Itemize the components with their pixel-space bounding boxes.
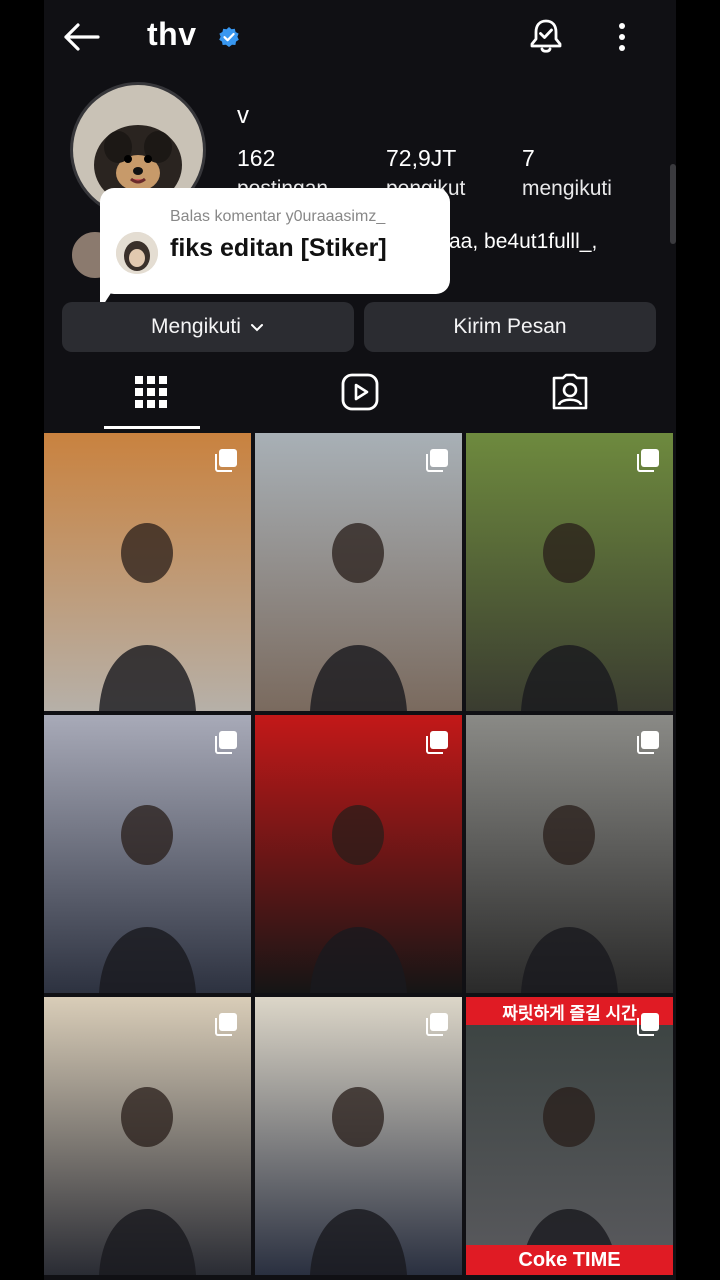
post-thumbnail[interactable]: 짜릿하게 즐길 시간 Coke TIME [466, 997, 673, 1275]
posts-count[interactable]: 162 [237, 145, 275, 172]
reply-to-label: Balas komentar y0uraaasimz_ [170, 208, 386, 225]
post-image [255, 997, 462, 1275]
carousel-icon [215, 449, 237, 472]
carousel-icon [215, 731, 237, 754]
post-thumbnail[interactable] [255, 997, 462, 1275]
following-button-label: Mengikuti [151, 315, 241, 338]
display-name: v [237, 102, 249, 129]
profile-username: thv [147, 16, 197, 52]
more-options-icon[interactable] [610, 20, 634, 54]
commenter-avatar [116, 232, 158, 274]
reply-comment-text: fiks editan [Stiker] [170, 234, 387, 262]
following-label[interactable]: mengikuti [522, 177, 612, 201]
post-thumbnail[interactable] [44, 433, 251, 711]
send-message-label: Kirim Pesan [453, 315, 567, 338]
post-image [44, 997, 251, 1275]
post-thumbnail[interactable] [255, 715, 462, 993]
post-thumbnail[interactable] [44, 715, 251, 993]
profile-screen: thv v 162 postingan 72,9JT pengikut 7 me… [44, 0, 676, 1280]
post-image [466, 715, 673, 993]
post-image [44, 433, 251, 711]
carousel-icon [215, 1013, 237, 1036]
active-tab-indicator [104, 426, 200, 429]
carousel-icon [637, 1013, 659, 1036]
post-thumbnail[interactable] [255, 433, 462, 711]
back-arrow-icon[interactable] [62, 20, 102, 54]
post-image [255, 715, 462, 993]
tagged-person-icon[interactable] [550, 372, 590, 412]
verified-badge-icon [219, 27, 239, 47]
send-message-button[interactable]: Kirim Pesan [364, 302, 656, 352]
following-button[interactable]: Mengikuti [62, 302, 354, 352]
carousel-icon [426, 1013, 448, 1036]
carousel-icon [426, 449, 448, 472]
post-thumbnail[interactable] [44, 997, 251, 1275]
carousel-icon [637, 731, 659, 754]
followed-by-text[interactable]: aa, be4ut1fulll_, [449, 230, 597, 254]
post-thumbnail[interactable] [466, 433, 673, 711]
bell-notification-icon[interactable] [526, 16, 566, 56]
reels-play-icon[interactable] [340, 372, 380, 412]
grid-icon[interactable] [131, 372, 171, 412]
carousel-icon [637, 449, 659, 472]
posts-grid: 짜릿하게 즐길 시간 Coke TIME [44, 433, 676, 1280]
following-count[interactable]: 7 [522, 145, 535, 172]
post-image [44, 715, 251, 993]
post-image [466, 997, 673, 1275]
chevron-down-icon [250, 324, 263, 332]
followers-count[interactable]: 72,9JT [386, 145, 456, 172]
reply-comment-sticker: Balas komentar y0uraaasimz_ fiks editan … [100, 188, 450, 294]
post-banner-bottom: Coke TIME [466, 1245, 673, 1275]
post-thumbnail[interactable] [466, 715, 673, 993]
post-image [255, 433, 462, 711]
scroll-indicator [670, 164, 676, 244]
post-image [466, 433, 673, 711]
carousel-icon [426, 731, 448, 754]
